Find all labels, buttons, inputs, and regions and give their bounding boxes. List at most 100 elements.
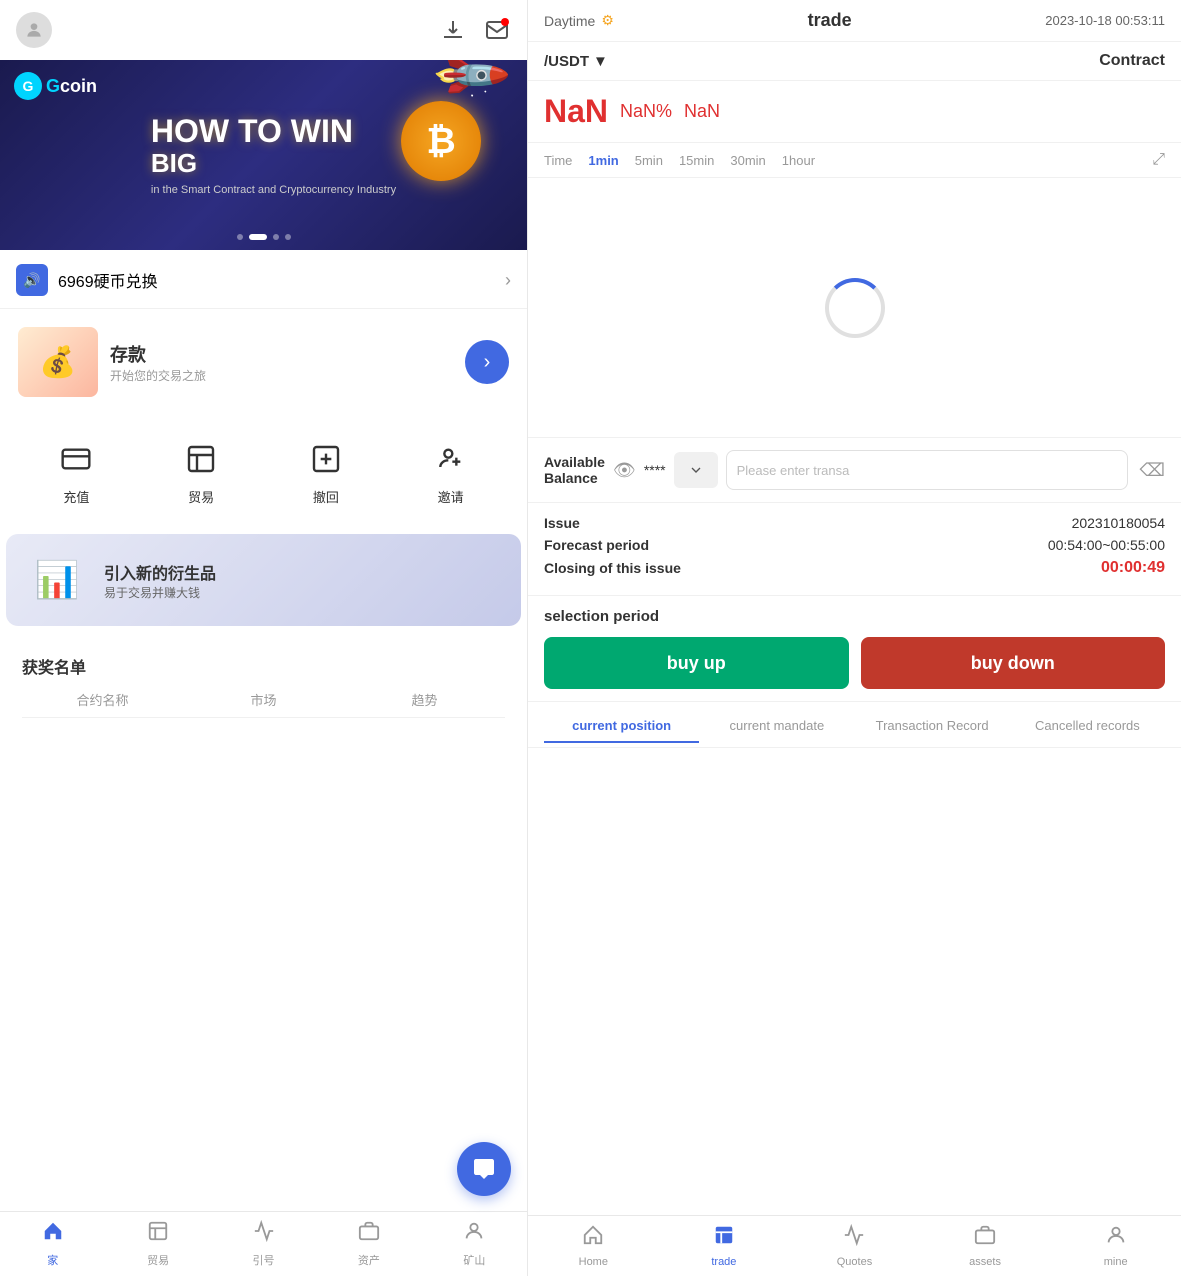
forecast-row: Forecast period 00:54:00~00:55:00 bbox=[544, 537, 1165, 553]
left-nav-trade[interactable]: 贸易 bbox=[105, 1220, 210, 1268]
price-value: NaN bbox=[544, 93, 608, 130]
withdraw-icon bbox=[304, 437, 348, 481]
invite-icon bbox=[429, 437, 473, 481]
left-nav-home[interactable]: 家 bbox=[0, 1220, 105, 1268]
chat-button[interactable] bbox=[457, 1142, 511, 1196]
closing-row: Closing of this issue 00:00:49 bbox=[544, 559, 1165, 577]
eye-icon[interactable]: 👁 bbox=[613, 460, 636, 481]
nav-item-trade[interactable]: 贸易 bbox=[179, 437, 223, 506]
tab-1hour[interactable]: 1hour bbox=[782, 153, 815, 168]
nav-item-withdraw[interactable]: 撤回 bbox=[304, 437, 348, 506]
price-main: NaN NaN% NaN bbox=[544, 93, 1165, 130]
usdt-pair[interactable]: /USDT ▼ bbox=[544, 53, 608, 70]
chart-area bbox=[528, 178, 1181, 438]
right-assets-icon bbox=[974, 1224, 996, 1252]
right-nav-mine[interactable]: mine bbox=[1050, 1224, 1181, 1268]
issue-row: Issue 202310180054 bbox=[544, 515, 1165, 531]
download-icon[interactable] bbox=[439, 16, 467, 44]
message-icon[interactable] bbox=[483, 16, 511, 44]
backspace-icon[interactable]: ⌫ bbox=[1140, 460, 1165, 481]
recharge-label: 充值 bbox=[63, 487, 89, 506]
exchange-bar-left: 🔊 6969硬币兑换 bbox=[16, 264, 158, 296]
withdraw-label: 撤回 bbox=[313, 487, 339, 506]
notification-dot bbox=[501, 18, 509, 26]
time-tabs: Time 1min 5min 15min 30min 1hour ⤢ bbox=[528, 143, 1181, 178]
balance-dropdown[interactable] bbox=[674, 452, 718, 488]
promo-title: 引入新的衍生品 bbox=[104, 560, 216, 584]
nav-item-recharge[interactable]: 充值 bbox=[54, 437, 98, 506]
left-nav-guide-label: 引号 bbox=[253, 1252, 275, 1268]
home-icon bbox=[42, 1220, 64, 1248]
selection-label: selection period bbox=[544, 608, 1165, 625]
right-nav-quotes[interactable]: Quotes bbox=[789, 1224, 920, 1268]
right-nav-mine-label: mine bbox=[1104, 1256, 1128, 1268]
trade-label: 贸易 bbox=[188, 487, 214, 506]
right-bottom-nav: Home trade Quotes assets mine bbox=[528, 1215, 1181, 1276]
balance-label: AvailableBalance bbox=[544, 454, 605, 486]
buy-down-button[interactable]: buy down bbox=[861, 637, 1166, 689]
right-header-time: 2023-10-18 00:53:11 bbox=[1045, 13, 1165, 28]
expand-icon[interactable]: ⤢ bbox=[1152, 151, 1165, 169]
right-nav-quotes-label: Quotes bbox=[837, 1256, 872, 1268]
banner-subtitle: in the Smart Contract and Cryptocurrency… bbox=[151, 184, 396, 196]
nav-item-invite[interactable]: 邀请 bbox=[429, 437, 473, 506]
price-change: NaN bbox=[684, 101, 720, 122]
left-panel: G Gcoin HOW TO WINBIG in the Smart Contr… bbox=[0, 0, 527, 1276]
assets-icon bbox=[358, 1220, 380, 1248]
left-nav-trade-label: 贸易 bbox=[147, 1252, 169, 1268]
tab-transaction-record[interactable]: Transaction Record bbox=[855, 712, 1010, 743]
deposit-title: 存款 bbox=[110, 341, 206, 367]
dot-4[interactable] bbox=[285, 234, 291, 240]
tab-15min[interactable]: 15min bbox=[679, 153, 714, 168]
mine-icon bbox=[463, 1220, 485, 1248]
right-nav-home[interactable]: Home bbox=[528, 1224, 659, 1268]
banner-dots bbox=[237, 234, 291, 240]
col-market: 市场 bbox=[183, 690, 344, 709]
contract-bar: /USDT ▼ Contract bbox=[528, 42, 1181, 81]
recharge-icon bbox=[54, 437, 98, 481]
left-nav-mine-label: 矿山 bbox=[463, 1252, 485, 1268]
deposit-arrow-button[interactable]: › bbox=[465, 340, 509, 384]
tab-5min[interactable]: 5min bbox=[635, 153, 663, 168]
left-nav-mine[interactable]: 矿山 bbox=[422, 1220, 527, 1268]
left-nav-assets[interactable]: 资产 bbox=[316, 1220, 421, 1268]
left-nav-home-label: 家 bbox=[47, 1252, 58, 1268]
trade-icon bbox=[179, 437, 223, 481]
tabs-row: current position current mandate Transac… bbox=[544, 712, 1165, 743]
tab-1min[interactable]: 1min bbox=[588, 153, 618, 168]
avatar bbox=[16, 12, 52, 48]
dot-3[interactable] bbox=[273, 234, 279, 240]
usdt-text: /USDT bbox=[544, 53, 589, 70]
promo-image: 📊 bbox=[22, 550, 92, 610]
deposit-text: 存款 开始您的交易之旅 bbox=[110, 341, 206, 384]
left-nav-guide[interactable]: 引号 bbox=[211, 1220, 316, 1268]
tab-current-mandate[interactable]: current mandate bbox=[699, 712, 854, 743]
promo-text: 引入新的衍生品 易于交易并赚大钱 bbox=[104, 560, 216, 601]
issue-label: Issue bbox=[544, 515, 580, 531]
dot-2[interactable] bbox=[249, 234, 267, 240]
tab-30min[interactable]: 30min bbox=[730, 153, 765, 168]
dot-1[interactable] bbox=[237, 234, 243, 240]
banner-title: HOW TO WINBIG bbox=[151, 114, 396, 178]
tab-cancelled-records[interactable]: Cancelled records bbox=[1010, 712, 1165, 743]
header-icons bbox=[439, 16, 511, 44]
price-section: NaN NaN% NaN bbox=[528, 81, 1181, 143]
deposit-subtitle: 开始您的交易之旅 bbox=[110, 367, 206, 384]
right-nav-trade[interactable]: trade bbox=[659, 1224, 790, 1268]
left-bottom-nav: 家 贸易 引号 资产 矿山 bbox=[0, 1211, 527, 1276]
tab-current-position[interactable]: current position bbox=[544, 712, 699, 743]
selection-period: selection period buy up buy down bbox=[528, 596, 1181, 702]
right-nav-trade-label: trade bbox=[711, 1256, 736, 1268]
closing-value: 00:00:49 bbox=[1101, 559, 1165, 577]
left-header bbox=[0, 0, 527, 60]
exchange-arrow: › bbox=[505, 270, 511, 291]
exchange-bar[interactable]: 🔊 6969硬币兑换 › bbox=[0, 252, 527, 309]
transaction-input[interactable]: Please enter transa bbox=[726, 450, 1128, 490]
dropdown-arrow: ▼ bbox=[593, 53, 608, 70]
buy-up-button[interactable]: buy up bbox=[544, 637, 849, 689]
right-nav-assets[interactable]: assets bbox=[920, 1224, 1051, 1268]
time-label: Time bbox=[544, 153, 572, 168]
issue-value: 202310180054 bbox=[1072, 515, 1165, 531]
trade-nav-icon bbox=[147, 1220, 169, 1248]
exchange-label: 6969硬币兑换 bbox=[58, 268, 158, 292]
